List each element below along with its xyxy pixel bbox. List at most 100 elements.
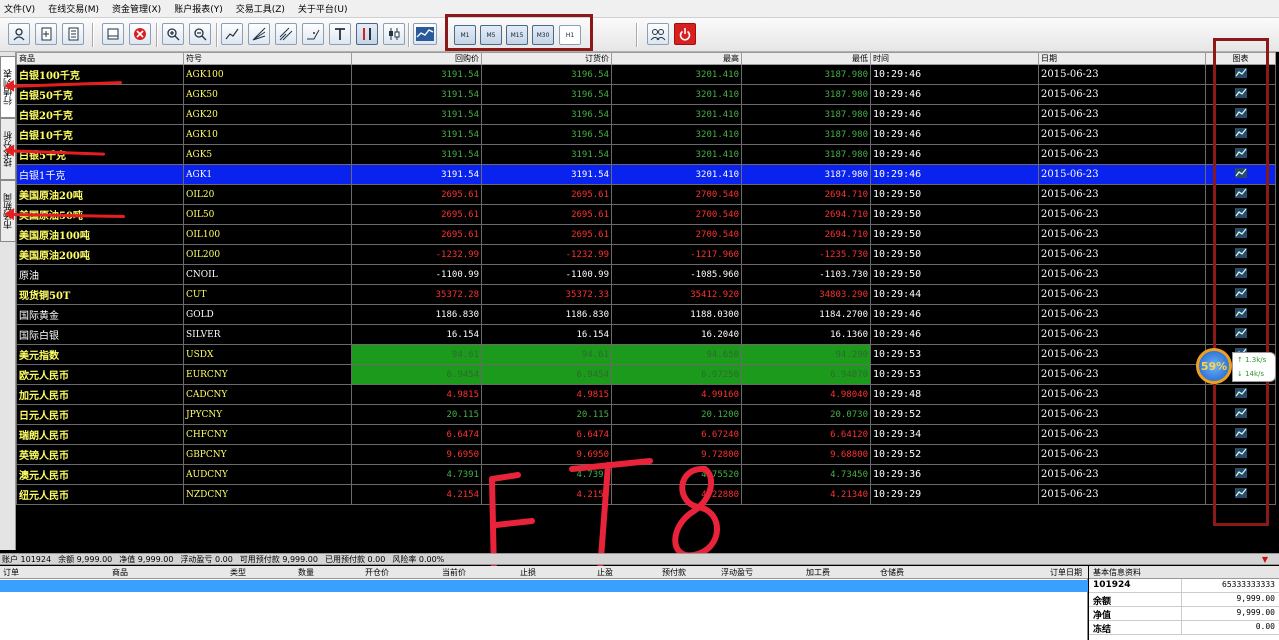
network-speed-badge[interactable]: 59% [1196,348,1232,384]
fibonacci-icon[interactable] [302,23,324,45]
quote-row[interactable]: 日元人民币 JPYCNY 20.115 20.115 20.1200 20.0730 10:… [16,404,1276,425]
quote-row[interactable]: 瑞朗人民币 CHFCNY 6.6474 6.6474 6.67240 6.64120 10:… [16,424,1276,445]
quote-bid: 4.9815 [351,384,482,405]
quote-row[interactable]: 美国原油200吨 OIL200 -1232.99 -1232.99 -1217.960-… [16,244,1276,265]
info-row-equity: 净值 9,999.00 [1089,607,1279,621]
quote-date: 2015-06-23 [1038,244,1206,265]
quote-row[interactable]: 白银5千克 AGK5 3191.54 3191.54 3201.410 3187.980 1… [16,144,1276,165]
orders-col-quantity[interactable]: 数量 [298,567,314,578]
orders-col-take-profit[interactable]: 止盈 [597,567,613,578]
quote-ask: 35372.33 [481,284,612,305]
quote-time: 10:29:53 [870,344,1039,365]
zoom-in-icon[interactable] [162,23,184,45]
orders-col-processing-fee[interactable]: 加工费 [806,567,830,578]
quote-row[interactable]: 欧元人民币 EURCNY 6.9454 6.9454 6.97250 6.94070 10:… [16,364,1276,385]
orders-selected-row[interactable] [0,580,1088,592]
quote-bid: 4.7391 [351,464,482,485]
orders-col-current-price[interactable]: 当前价 [442,567,466,578]
orders-col-floating-pl[interactable]: 浮动盈亏 [721,567,753,578]
quote-low: 3187.980 [741,84,871,105]
text-tool-icon[interactable] [329,23,351,45]
col-header-ask[interactable]: 订货价 [481,52,612,65]
menu-account-report[interactable]: 账户报表(Y) [174,2,223,15]
orders-col-stop-loss[interactable]: 止损 [520,567,536,578]
quote-row[interactable]: 白银1千克 AGK1 3191.54 3191.54 3201.410 3187.980 1… [16,164,1276,185]
quote-ask: 3196.54 [481,64,612,85]
quote-ask: 2695.61 [481,204,612,225]
quote-time: 10:29:50 [870,224,1039,245]
quote-symbol: GOLD [183,304,352,325]
quote-low: 2694.710 [741,224,871,245]
quote-date: 2015-06-23 [1038,104,1206,125]
zoom-out-icon[interactable] [189,23,211,45]
quote-row[interactable]: 白银10千克 AGK10 3191.54 3196.54 3201.410 3187.98… [16,124,1276,145]
quote-bid: 6.9454 [351,364,482,385]
col-header-name[interactable]: 商品 [16,52,184,65]
orders-col-order[interactable]: 订单 [3,567,19,578]
report-icon[interactable] [62,23,84,45]
collapse-icon[interactable]: ▼ [1262,555,1268,564]
quote-ask: -1232.99 [481,244,612,265]
quote-row[interactable]: 白银100千克 AGK100 3191.54 3196.54 3201.410 3187.… [16,64,1276,85]
menu-online-trade[interactable]: 在线交易(M) [48,2,99,15]
quote-row[interactable]: 美元指数 USDX 94.61 94.61 94.650 94.290 10:29:53 20… [16,344,1276,365]
quote-row[interactable]: 现货铜50T CUT 35372.28 35372.33 35412.920 34803.… [16,284,1276,305]
orders-col-storage-fee[interactable]: 仓储费 [880,567,904,578]
status-floating-pl: 浮动盈亏 0.00 [180,554,233,564]
quote-name: 加元人民币 [16,384,184,405]
user-icon[interactable] [8,23,30,45]
quote-row[interactable]: 美国原油20吨 OIL20 2695.61 2695.61 2700.540 2694.7… [16,184,1276,205]
quote-date: 2015-06-23 [1038,264,1206,285]
quote-row[interactable]: 美国原油50吨OIL502695.612695.612700.5402694.7… [16,204,1276,225]
menu-fund-management[interactable]: 资金管理(X) [112,2,161,15]
power-icon[interactable] [674,23,696,45]
quote-name: 日元人民币 [16,404,184,425]
quote-symbol: AGK100 [183,64,352,85]
bar-chart-icon[interactable] [356,23,378,45]
upload-speed: ↑ 1.3k/s [1237,356,1267,364]
channel-icon[interactable] [275,23,297,45]
account-status-bar: 账户 101924 余额 9,999.00 净值 9,999.00 浮动盈亏 0… [0,553,1279,565]
orders-col-margin[interactable]: 预付款 [662,567,686,578]
quote-row[interactable]: 白银20千克 AGK20 3191.54 3196.54 3201.410 3187.98… [16,104,1276,125]
status-account: 账户 101924 [2,554,52,564]
quote-row[interactable]: 国际白银 SILVER 16.154 16.154 16.2040 16.1360 10:2… [16,324,1276,345]
col-header-high[interactable]: 最高 [611,52,742,65]
quote-date: 2015-06-23 [1038,344,1206,365]
candlestick-icon[interactable] [383,23,405,45]
quote-date: 2015-06-23 [1038,444,1206,465]
orders-col-order-date[interactable]: 订单日期 [1050,567,1082,578]
quote-row[interactable]: 加元人民币 CADCNY 4.9815 4.9815 4.99160 4.98040 10:… [16,384,1276,405]
line-chart-icon[interactable] [413,23,437,45]
orders-col-open-price[interactable]: 开仓价 [365,567,389,578]
quote-low: 2694.710 [741,184,871,205]
quote-name: 美国原油20吨 [16,184,184,205]
status-equity: 净值 9,999.00 [119,554,174,564]
quote-date: 2015-06-23 [1038,84,1206,105]
col-header-bid[interactable]: 回购价 [351,52,482,65]
col-header-date[interactable]: 日期 [1038,52,1206,65]
new-document-icon[interactable] [35,23,57,45]
close-order-icon[interactable] [129,23,151,45]
orders-col-product[interactable]: 商品 [112,567,128,578]
quote-ask: 3191.54 [481,164,612,185]
quote-low: -1235.730 [741,244,871,265]
quote-row[interactable]: 国际黄金 GOLD 1186.830 1186.830 1188.0300 1184.27… [16,304,1276,325]
col-header-low[interactable]: 最低 [741,52,871,65]
users-icon[interactable] [647,23,669,45]
quote-row[interactable]: 原油 CNOIL -1100.99 -1100.99 -1085.960 -1103.73… [16,264,1276,285]
menu-about[interactable]: 关于平台(U) [298,2,348,15]
quote-row[interactable]: 美国原油100吨 OIL100 2695.61 2695.61 2700.540 2694… [16,224,1276,245]
trend-line-icon[interactable] [221,23,243,45]
col-header-symbol[interactable]: 符号 [183,52,352,65]
menu-file[interactable]: 文件(V) [4,2,35,15]
quote-time: 10:29:50 [870,184,1039,205]
quote-high: 4.99160 [611,384,742,405]
fan-icon[interactable] [248,23,270,45]
menu-trading-tools[interactable]: 交易工具(Z) [236,2,285,15]
col-header-time[interactable]: 时间 [870,52,1039,65]
quote-high: 6.67240 [611,424,742,445]
quote-row[interactable]: 白银50千克 AGK50 3191.54 3196.54 3201.410 3187.98… [16,84,1276,105]
window-icon[interactable] [102,23,124,45]
orders-col-type[interactable]: 类型 [230,567,246,578]
